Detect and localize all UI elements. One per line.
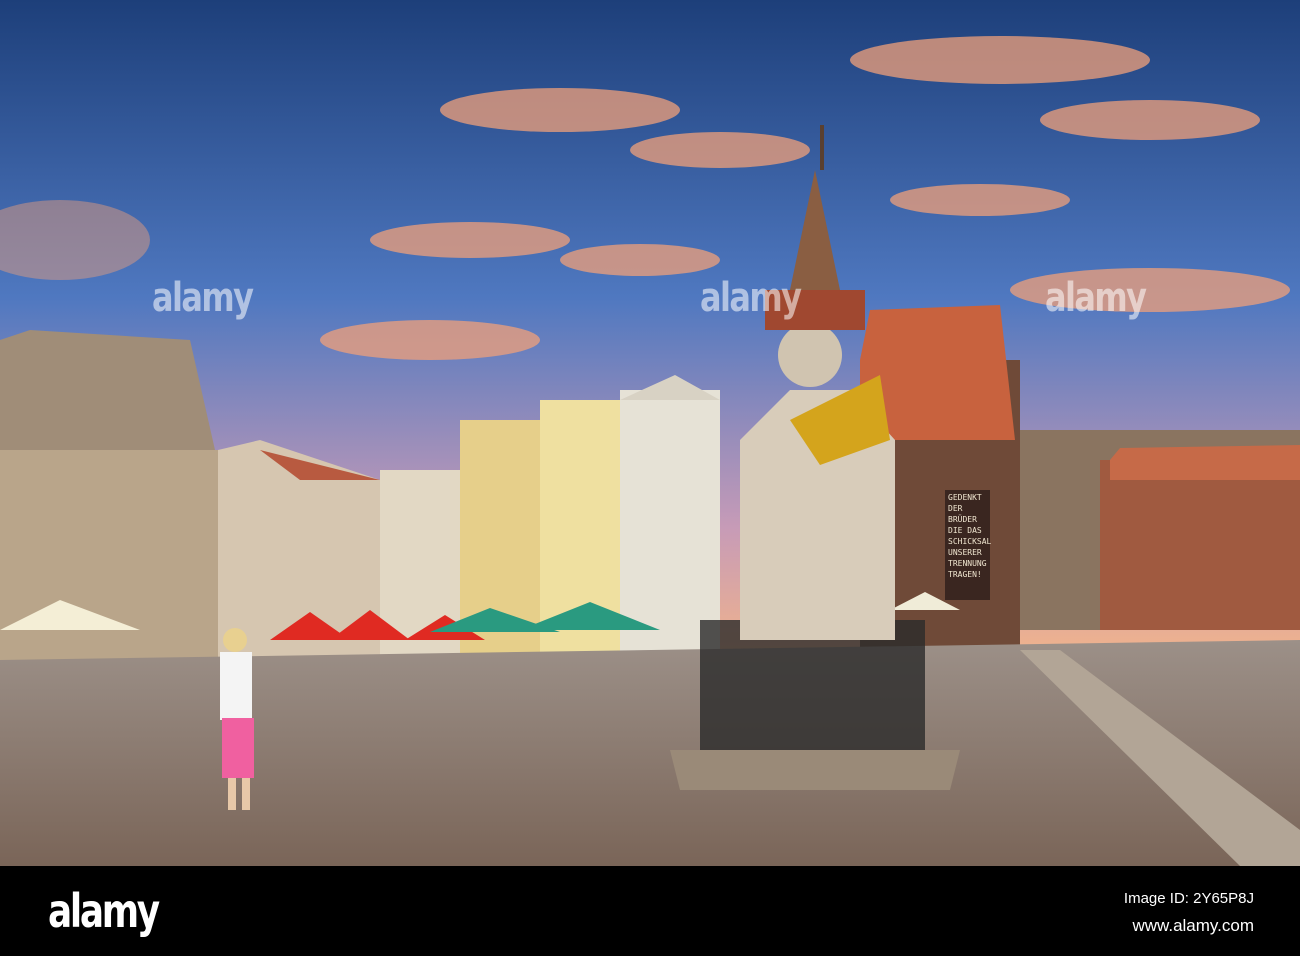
svg-text:DIE DAS: DIE DAS bbox=[948, 526, 982, 535]
website-link[interactable]: www.alamy.com bbox=[1132, 916, 1254, 936]
watermark: alamy bbox=[1045, 275, 1147, 321]
plaza bbox=[0, 640, 1300, 866]
svg-text:UNSERER: UNSERER bbox=[948, 548, 982, 557]
svg-text:GEDENKT: GEDENKT bbox=[948, 493, 982, 502]
svg-text:SCHICKSAL: SCHICKSAL bbox=[948, 537, 992, 546]
alamy-logo[interactable]: alamy bbox=[48, 884, 160, 938]
svg-text:DER: DER bbox=[948, 504, 963, 513]
watermark: alamy bbox=[700, 275, 802, 321]
svg-text:BRÜDER: BRÜDER bbox=[948, 514, 977, 524]
watermark: alamy bbox=[152, 275, 254, 321]
photo-market-square: GEDENKT DER BRÜDER DIE DAS SCHICKSAL UNS… bbox=[0, 0, 1300, 866]
svg-text:TRENNUNG: TRENNUNG bbox=[948, 559, 987, 568]
svg-text:TRAGEN!: TRAGEN! bbox=[948, 570, 982, 579]
footer-bar: alamy Image ID: 2Y65P8J www.alamy.com bbox=[0, 866, 1300, 956]
image-id: Image ID: 2Y65P8J bbox=[1123, 890, 1254, 907]
